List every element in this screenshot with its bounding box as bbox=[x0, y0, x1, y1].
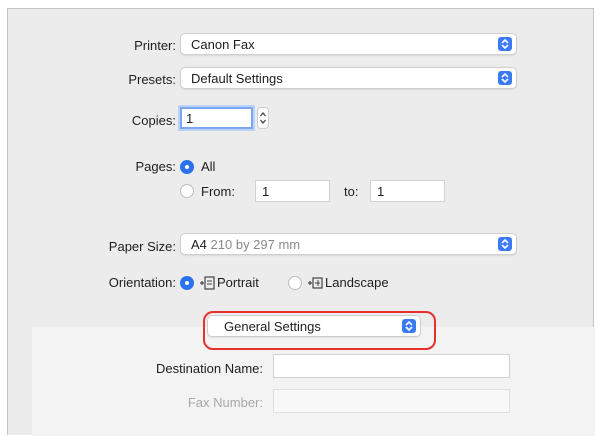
portrait-orientation-icon bbox=[199, 276, 215, 290]
pages-from-radio[interactable] bbox=[180, 184, 194, 198]
presets-popup[interactable]: Default Settings bbox=[180, 67, 517, 89]
pages-from-label: From: bbox=[201, 184, 235, 199]
paper-size-label: Paper Size: bbox=[108, 239, 176, 254]
chevron-updown-icon bbox=[498, 37, 512, 51]
pages-from-input[interactable]: 1 bbox=[255, 180, 330, 202]
copies-value: 1 bbox=[186, 111, 194, 126]
printer-label: Printer: bbox=[134, 38, 176, 53]
printer-value: Canon Fax bbox=[191, 37, 255, 52]
orientation-portrait-label: Portrait bbox=[217, 275, 259, 290]
stepper-icon bbox=[260, 111, 266, 125]
chevron-updown-icon bbox=[498, 237, 512, 251]
paper-size-popup[interactable]: A4 210 by 297 mm bbox=[180, 233, 517, 255]
chevron-updown-icon bbox=[498, 71, 512, 85]
landscape-orientation-icon bbox=[307, 276, 323, 290]
pages-to-value: 1 bbox=[377, 184, 385, 199]
paper-size-value: A4 bbox=[191, 237, 207, 252]
highlight-callout bbox=[203, 311, 436, 350]
printer-popup[interactable]: Canon Fax bbox=[180, 33, 517, 55]
orientation-landscape-radio[interactable] bbox=[288, 276, 302, 290]
pages-to-input[interactable]: 1 bbox=[370, 180, 445, 202]
presets-value: Default Settings bbox=[191, 71, 283, 86]
fax-number-input[interactable] bbox=[273, 389, 510, 413]
fax-number-label: Fax Number: bbox=[187, 395, 263, 410]
destination-name-label: Destination Name: bbox=[156, 361, 263, 376]
orientation-portrait-radio[interactable] bbox=[180, 276, 194, 290]
destination-name-input[interactable] bbox=[273, 354, 510, 378]
paper-size-detail: 210 by 297 mm bbox=[210, 237, 301, 252]
presets-label: Presets: bbox=[128, 72, 176, 87]
pages-from-value: 1 bbox=[262, 184, 270, 199]
orientation-landscape-label: Landscape bbox=[325, 275, 389, 290]
copies-input[interactable]: 1 bbox=[180, 107, 253, 129]
pages-to-label: to: bbox=[344, 184, 359, 199]
pages-all-radio[interactable] bbox=[180, 160, 194, 174]
print-dialog: Printer: Canon Fax Presets: Default Sett… bbox=[7, 8, 595, 436]
copies-stepper[interactable] bbox=[257, 107, 269, 129]
pages-all-label: All bbox=[201, 159, 216, 174]
copies-label: Copies: bbox=[131, 113, 176, 128]
pages-label: Pages: bbox=[135, 159, 176, 174]
orientation-label: Orientation: bbox=[108, 275, 176, 290]
